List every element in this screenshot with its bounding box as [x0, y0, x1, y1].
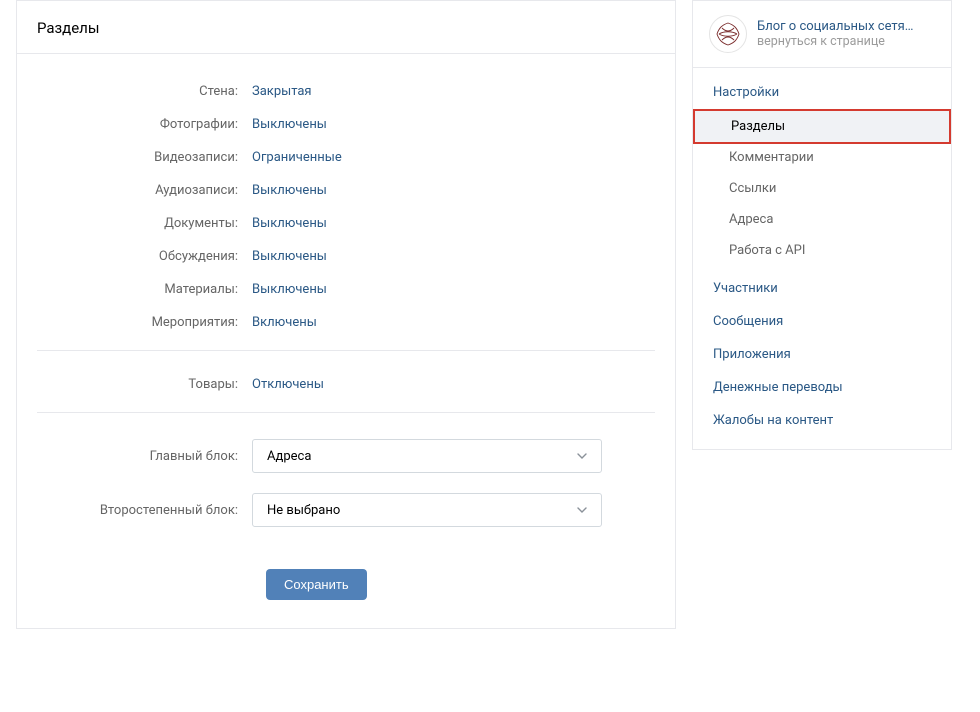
setting-value-videos[interactable]: Ограниченные: [252, 150, 342, 165]
main-block-label: Главный блок:: [37, 449, 252, 464]
divider: [37, 412, 655, 413]
main-block-select-value: Адреса: [267, 449, 311, 464]
setting-label: Фотографии:: [37, 117, 252, 132]
page-title: Разделы: [37, 19, 655, 37]
setting-value-audio[interactable]: Выключены: [252, 183, 327, 198]
community-logo[interactable]: [709, 15, 747, 53]
main-panel: Разделы Стена: Закрытая Фотографии: Выкл…: [16, 0, 676, 629]
secondary-block-select-value: Не выбрано: [267, 503, 340, 518]
save-button[interactable]: Сохранить: [266, 569, 367, 600]
setting-label: Видеозаписи:: [37, 150, 252, 165]
community-title[interactable]: Блог о социальных сетя…: [757, 19, 935, 34]
setting-value-goods[interactable]: Отключены: [252, 377, 324, 392]
secondary-block-label: Второстепенный блок:: [37, 503, 252, 518]
secondary-block-select[interactable]: Не выбрано: [252, 493, 602, 527]
back-to-page-link[interactable]: вернуться к странице: [757, 34, 935, 49]
setting-value-photos[interactable]: Выключены: [252, 117, 327, 132]
setting-label: Товары:: [37, 377, 252, 392]
setting-row-materials: Материалы: Выключены: [37, 282, 655, 297]
chevron-down-icon: [577, 453, 587, 459]
setting-row-docs: Документы: Выключены: [37, 216, 655, 231]
setting-label: Материалы:: [37, 282, 252, 297]
sidebar-item-messages[interactable]: Сообщения: [693, 305, 951, 338]
setting-label: Стена:: [37, 84, 252, 99]
sidebar-item-members[interactable]: Участники: [693, 272, 951, 305]
setting-row-events: Мероприятия: Включены: [37, 315, 655, 330]
setting-label: Документы:: [37, 216, 252, 231]
setting-value-discussions[interactable]: Выключены: [252, 249, 327, 264]
setting-label: Аудиозаписи:: [37, 183, 252, 198]
sidebar-subitem-addresses[interactable]: Адреса: [693, 204, 951, 235]
main-block-select[interactable]: Адреса: [252, 439, 602, 473]
sidebar-subitem-links[interactable]: Ссылки: [693, 173, 951, 204]
setting-row-videos: Видеозаписи: Ограниченные: [37, 150, 655, 165]
sidebar-sublist: Разделы Комментарии Ссылки Адреса Работа…: [693, 109, 951, 272]
setting-label: Мероприятия:: [37, 315, 252, 330]
sidebar-item-money[interactable]: Денежные переводы: [693, 371, 951, 404]
sidebar-item-settings[interactable]: Настройки: [693, 76, 951, 109]
setting-row-photos: Фотографии: Выключены: [37, 117, 655, 132]
sidebar: Блог о социальных сетя… вернуться к стра…: [692, 0, 952, 450]
setting-label: Обсуждения:: [37, 249, 252, 264]
setting-row-audio: Аудиозаписи: Выключены: [37, 183, 655, 198]
highlight-annotation: Разделы: [693, 109, 951, 144]
setting-value-docs[interactable]: Выключены: [252, 216, 327, 231]
sidebar-item-reports[interactable]: Жалобы на контент: [693, 404, 951, 437]
secondary-block-row: Второстепенный блок: Не выбрано: [37, 493, 655, 527]
sidebar-subitem-comments[interactable]: Комментарии: [693, 142, 951, 173]
setting-value-wall[interactable]: Закрытая: [252, 84, 312, 99]
sidebar-header: Блог о социальных сетя… вернуться к стра…: [693, 1, 951, 68]
setting-value-materials[interactable]: Выключены: [252, 282, 327, 297]
chevron-down-icon: [577, 507, 587, 513]
sidebar-nav: Настройки Разделы Комментарии Ссылки Адр…: [693, 68, 951, 449]
sidebar-subitem-sections[interactable]: Разделы: [695, 111, 949, 142]
setting-row-discussions: Обсуждения: Выключены: [37, 249, 655, 264]
main-block-row: Главный блок: Адреса: [37, 439, 655, 473]
main-header: Разделы: [17, 1, 675, 54]
sidebar-item-apps[interactable]: Приложения: [693, 338, 951, 371]
setting-row-goods: Товары: Отключены: [37, 377, 655, 392]
setting-row-wall: Стена: Закрытая: [37, 84, 655, 99]
divider: [37, 350, 655, 351]
sidebar-subitem-api[interactable]: Работа с API: [693, 235, 951, 266]
setting-value-events[interactable]: Включены: [252, 315, 317, 330]
